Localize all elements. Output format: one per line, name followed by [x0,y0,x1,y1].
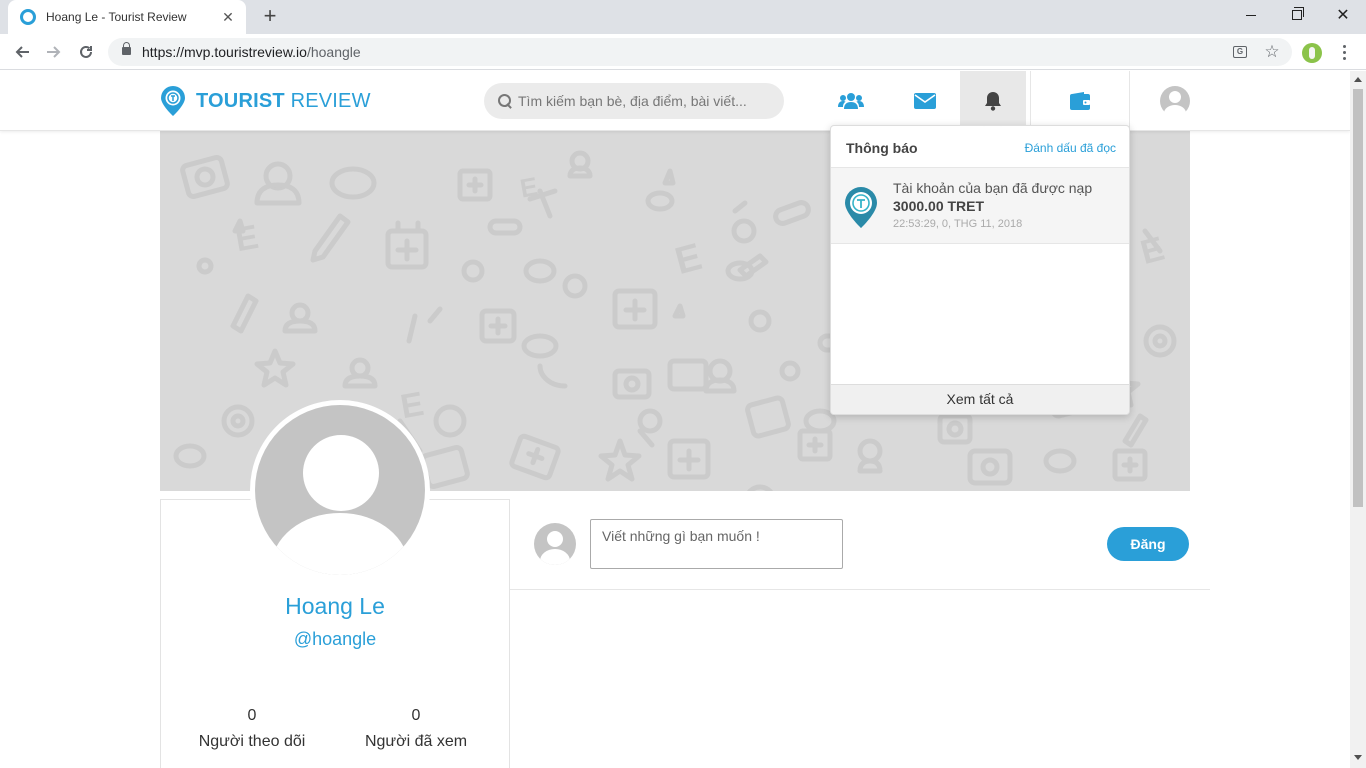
restore-icon [1292,7,1304,20]
viewers-stat[interactable]: 0 Người đã xem [334,707,498,751]
back-button[interactable] [10,40,34,64]
search-icon [498,94,512,108]
profile-avatar-icon [255,405,425,575]
notification-time: 22:53:29, 0, THG 11, 2018 [893,218,1023,230]
site-header: TOURIST REVIEW [0,71,1350,131]
logo-text-bold: TOURIST [196,90,285,112]
page-viewport: TOURIST REVIEW Tìm kiếm bạn bè, địa điểm… [0,71,1350,768]
followers-label: Người theo dõi [198,733,306,750]
notifications-header: Thông báo Đánh dấu đã đọc [831,126,1129,168]
extension-icon[interactable] [1302,43,1322,63]
notifications-button[interactable] [960,71,1026,131]
tourist-review-logo-icon [845,187,877,228]
svg-text:E: E [671,236,706,283]
mail-icon [914,93,936,109]
arrow-right-icon [47,46,61,58]
notification-amount: 3000.00 TRET [893,198,985,214]
bookmark-star-icon[interactable]: ☆ [1262,42,1282,62]
minimize-icon [1246,14,1256,16]
search-bar[interactable] [484,83,784,119]
friends-icon [838,93,864,109]
notification-item[interactable]: Tài khoản của bạn đã được nạp 3000.00 TR… [831,168,1129,244]
post-input[interactable] [590,519,843,569]
viewers-count: 0 [411,707,421,724]
restore-button[interactable] [1274,0,1320,30]
browser-menu-icon[interactable] [1334,42,1354,62]
post-composer: Đăng [510,499,1210,590]
notifications-title: Thông báo [846,140,918,156]
notifications-dropdown: Thông báo Đánh dấu đã đọc Tài khoản của … [830,125,1130,415]
wallet-icon [1070,92,1090,110]
arrow-left-icon [15,46,29,58]
profile-handle[interactable]: @hoangle [160,629,510,650]
lock-icon [122,42,131,55]
tab-close-icon[interactable]: ✕ [220,9,236,26]
followers-count: 0 [247,707,257,724]
logo-pin-icon [161,86,185,116]
url-text[interactable]: https://mvp.touristreview.io/hoangle [142,44,361,60]
scroll-up-icon[interactable] [1354,77,1362,82]
logo-text-rest: REVIEW [284,90,371,112]
wallet-button[interactable] [1030,71,1130,131]
profile-name[interactable]: Hoang Le [160,593,510,620]
browser-tab[interactable]: Hoang Le - Tourist Review ✕ [8,0,246,34]
bell-icon [985,92,1001,111]
close-window-button[interactable]: ✕ [1320,0,1366,30]
user-menu-button[interactable] [1150,71,1200,131]
composer-avatar-icon [534,523,576,565]
site-logo[interactable]: TOURIST REVIEW [160,86,371,117]
friends-button[interactable] [826,71,876,131]
address-bar[interactable]: https://mvp.touristreview.io/hoangle G ☆ [108,38,1292,66]
page-scrollbar[interactable] [1350,71,1366,768]
notification-text: Tài khoản của bạn đã được nạp [893,180,1093,196]
scroll-thumb[interactable] [1353,89,1363,507]
svg-text:E: E [232,218,261,259]
forward-button[interactable] [42,40,66,64]
browser-tab-bar: Hoang Le - Tourist Review ✕ + ✕ [0,0,1366,34]
site-favicon-icon [20,9,36,25]
svg-text:E: E [1137,230,1169,273]
translate-icon[interactable]: G [1230,42,1250,62]
view-all-notifications-link[interactable]: Xem tất cả [831,384,1129,414]
browser-toolbar: https://mvp.touristreview.io/hoangle G ☆ [0,34,1366,70]
search-input[interactable] [518,93,778,109]
followers-stat[interactable]: 0 Người theo dõi [170,707,334,751]
profile-avatar[interactable] [250,400,430,580]
mark-all-read-link[interactable]: Đánh dấu đã đọc [1025,141,1116,155]
scroll-down-icon[interactable] [1354,755,1362,760]
logo-text: TOURIST REVIEW [196,90,371,113]
svg-text:E: E [518,171,540,204]
viewers-label: Người đã xem [364,733,468,750]
post-button[interactable]: Đăng [1107,527,1189,561]
new-tab-button[interactable]: + [258,4,282,28]
reload-button[interactable] [74,40,98,64]
url-path: /hoangle [306,44,361,60]
minimize-button[interactable] [1228,0,1274,30]
avatar-icon [1160,86,1190,116]
reload-icon [80,45,92,58]
url-host: https://mvp.touristreview.io [142,44,307,60]
tab-title: Hoang Le - Tourist Review [46,10,187,24]
messages-button[interactable] [900,71,950,131]
